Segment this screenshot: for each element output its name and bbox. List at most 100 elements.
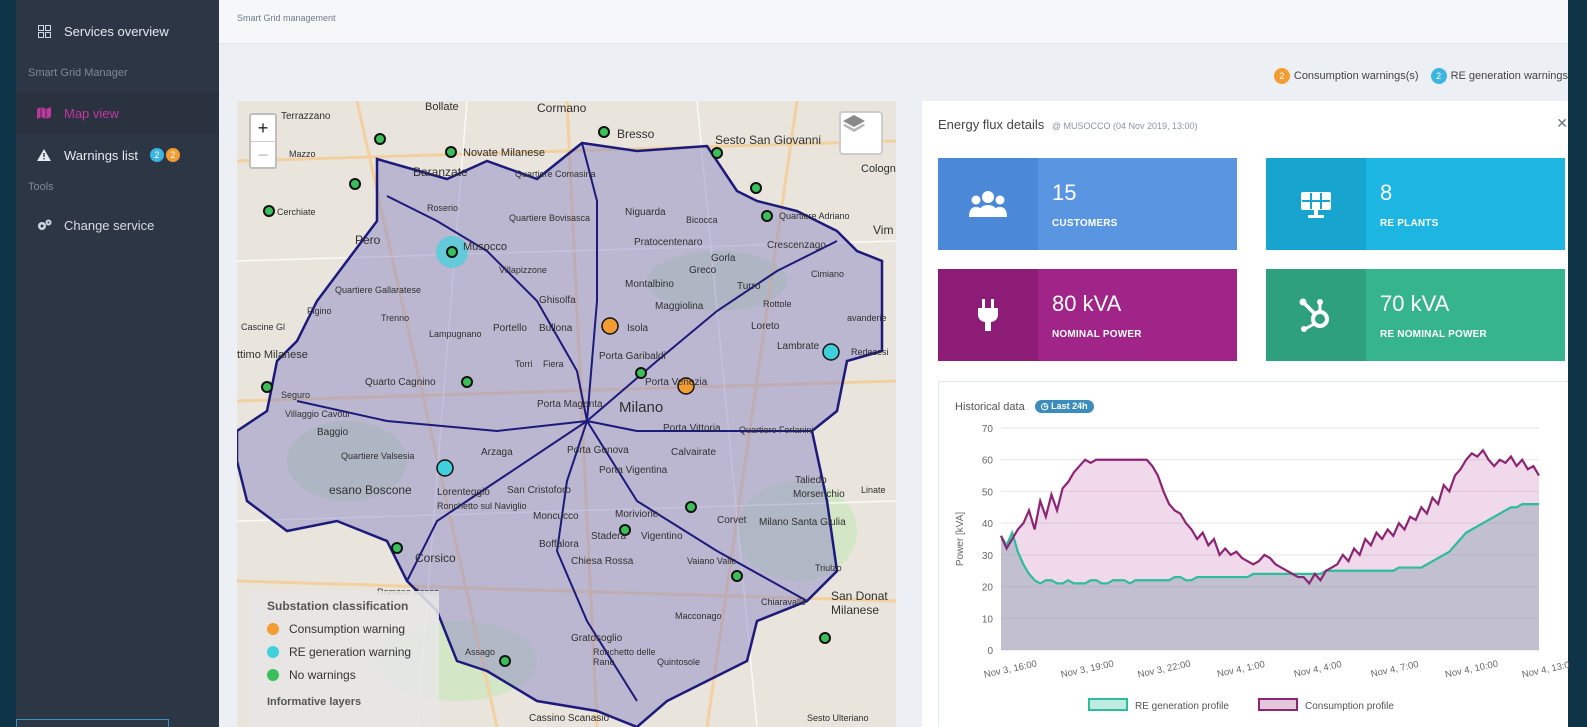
- clock-icon: ◷: [1040, 401, 1049, 411]
- map-label: Morivione: [615, 509, 659, 520]
- map-label: Maggiolina: [655, 301, 704, 312]
- grid-icon: [34, 24, 54, 38]
- map-label: Fiera: [543, 359, 564, 369]
- customers-tile: 15 CUSTOMERS: [938, 158, 1237, 250]
- y-tick-label: 60: [982, 456, 994, 467]
- map-label: Macconago: [675, 611, 722, 621]
- map-label: Quintosole: [657, 657, 701, 667]
- map-label: Quartiere Gallaratese: [335, 285, 422, 295]
- zoom-control: + −: [249, 113, 277, 169]
- map-label: Porta Vittoria: [663, 423, 721, 434]
- chart-title: Historical data: [955, 400, 1025, 413]
- map-label: Quartiere Comasina: [515, 169, 596, 179]
- panel-subtitle: @ MUSOCCO (04 Nov 2019, 13:00): [1051, 121, 1198, 131]
- re-plants-value: 8: [1380, 180, 1393, 205]
- x-tick-label: Nov 4, 10:00: [1444, 659, 1499, 681]
- y-tick-label: 30: [982, 551, 994, 562]
- layers-button[interactable]: [839, 111, 883, 155]
- map-label: Mazzo: [289, 149, 316, 159]
- legend-swatch: [1088, 698, 1128, 711]
- legend-label: No warnings: [289, 667, 356, 682]
- legend-label: RE generation profile: [1135, 701, 1229, 712]
- panel-header: Energy flux details @ MUSOCCO (04 Nov 20…: [922, 101, 1568, 147]
- map-label: Bresso: [617, 127, 655, 141]
- legend-row-re: RE generation warning: [267, 640, 421, 663]
- zoom-out-button[interactable]: −: [251, 141, 275, 167]
- change-service-link[interactable]: Change service: [16, 204, 219, 246]
- nominal-power-label: NOMINAL POWER: [1052, 329, 1142, 340]
- map-label: Villaggio Cavour: [285, 409, 351, 419]
- map-label: Pero: [355, 233, 381, 247]
- map-label: Lampugnano: [429, 329, 482, 339]
- customers-label: CUSTOMERS: [1052, 218, 1118, 229]
- time-range-chip[interactable]: ◷ Last 24h: [1034, 400, 1094, 413]
- map-label: Quarto Cagnino: [365, 377, 436, 388]
- map-label: Sesto San Giovanni: [715, 133, 822, 147]
- map-label: Baranzate: [413, 165, 468, 179]
- map-label: Ronchetto sul Naviglio: [437, 501, 527, 511]
- map-label: Seguro: [281, 390, 311, 400]
- map-label: Rottole: [763, 299, 792, 309]
- zoom-in-button[interactable]: +: [251, 115, 275, 141]
- map-label: Gratosoglio: [571, 633, 623, 644]
- map-label: Quartiere Adriano: [779, 211, 850, 221]
- close-icon[interactable]: ✕: [1556, 115, 1568, 132]
- y-tick-label: 70: [982, 424, 994, 435]
- map-label: Vaiano Valle: [687, 556, 737, 566]
- map-label: Cassino Scanasio: [529, 713, 610, 724]
- re-nominal-power-value: 70 kVA: [1380, 291, 1450, 316]
- main-content: Smart Grid management 2 Consumption warn…: [219, 0, 1576, 727]
- re-warning-count: 2: [1430, 68, 1447, 84]
- map-label: Villapizzone: [499, 265, 547, 275]
- map-label: Quartiere Valsesia: [341, 451, 415, 461]
- map-label: Porta Magenta: [537, 399, 603, 410]
- legend-label: Consumption profile: [1305, 701, 1394, 712]
- map-label: San Cristoforo: [507, 485, 571, 496]
- map-label: Loreto: [751, 321, 780, 332]
- map-label: Cascine Gl: [241, 322, 286, 332]
- time-range-label: Last 24h: [1051, 401, 1088, 411]
- map-view[interactable]: Bollate Cormano Bresso Sesto San Giovann…: [237, 101, 896, 727]
- map-label: Corsico: [415, 551, 456, 565]
- map-label: Quartiere Forlanini: [739, 425, 814, 435]
- map-label: Torri: [515, 359, 533, 369]
- map-label: Chiaravalle: [761, 597, 807, 607]
- map-label: Musocco: [463, 241, 508, 253]
- layers-icon: [843, 115, 865, 132]
- users-icon: [938, 158, 1038, 250]
- map-label: Isola: [627, 323, 649, 334]
- map-label: Taliedo: [795, 475, 827, 486]
- map-label: Trenno: [381, 313, 410, 323]
- map-label: Turro: [737, 281, 761, 292]
- re-warning-label: RE generation warnings: [1450, 70, 1568, 82]
- map-view-link[interactable]: Map view: [16, 92, 219, 134]
- re-plants-tile: 8 RE PLANTS: [1266, 158, 1565, 250]
- map-label: Cimiano: [811, 269, 845, 279]
- map-label: Arzaga: [481, 447, 513, 458]
- section-tools: Tools: [28, 181, 54, 193]
- map-label: avanderie: [847, 313, 887, 323]
- sidebar: Services overview Smart Grid Manager Map…: [16, 0, 219, 727]
- map-label: Porta Garibaldi: [599, 351, 666, 362]
- map-label: Porta Venezia: [645, 377, 708, 388]
- map-label: Cerchiate: [277, 207, 316, 217]
- re-plants-label: RE PLANTS: [1380, 218, 1439, 229]
- warnings-list-link[interactable]: Warnings list 2 2: [16, 134, 219, 176]
- panel-title: Energy flux details: [938, 117, 1045, 132]
- legend-row-consumption: Consumption warning: [267, 617, 421, 640]
- map-label: Corvet: [717, 515, 747, 526]
- legend-label: Consumption warning: [289, 621, 406, 636]
- legend-row-none: No warnings: [267, 663, 421, 686]
- cyan-dot-icon: [267, 645, 279, 658]
- y-tick-label: 10: [982, 614, 994, 625]
- map-label: Porta Genova: [567, 445, 629, 456]
- legend-swatch: [1258, 698, 1298, 711]
- x-tick-label: Nov 4, 4:00: [1293, 659, 1343, 680]
- map-legend: Substation classification Consumption wa…: [249, 591, 439, 727]
- services-overview-link[interactable]: Services overview: [16, 0, 219, 62]
- map-label: Baggio: [317, 427, 349, 438]
- map-label: Chiesa Rossa: [571, 556, 634, 567]
- map-label: Bicocca: [686, 215, 718, 225]
- gears-icon: [34, 219, 54, 231]
- warnings-summary: 2 Consumption warnings(s) 2 RE generatio…: [1273, 68, 1568, 84]
